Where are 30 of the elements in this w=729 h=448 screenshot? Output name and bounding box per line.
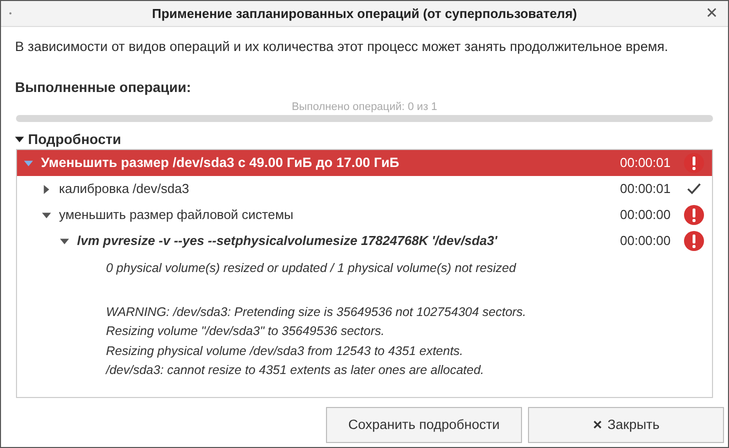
- expander-icon[interactable]: [41, 184, 51, 194]
- output-line: /dev/sda3: cannot resize to 4351 extents as later ones are allocated.: [106, 362, 484, 379]
- output-line: WARNING: /dev/sda3: Pretending size is 35649536 not 102754304 sectors.: [106, 304, 526, 321]
- output-line: Resizing physical volume /dev/sda3 from 12543 to 4351 extents.: [106, 342, 464, 360]
- close-icon: ✕: [592, 416, 602, 434]
- expander-icon: [15, 134, 24, 144]
- operation-text: lvm pvresize -v --yes --setphysicalvolumesize 17824768K '/dev/sda3': [77, 232, 498, 250]
- tree-row[interactable]: калибровка /dev/sda3 00:00:01: [17, 176, 712, 202]
- intro-text: В зависимости от видов операций и их количества этот процесс может занять продолжительное время.: [15, 38, 670, 56]
- expander-icon[interactable]: [41, 210, 51, 220]
- close-dialog-button[interactable]: ✕ Закрыть: [528, 407, 724, 443]
- elapsed-time: 00:00:01: [620, 180, 672, 198]
- save-details-button[interactable]: Сохранить подробности: [326, 407, 522, 443]
- tree-row[interactable]: Уменьшить размер /dev/sda3 с 49.00 ГиБ до 17.00 ГиБ 00:00:01: [17, 150, 712, 176]
- section-heading: Выполненные операции:: [15, 78, 192, 96]
- tree-row[interactable]: уменьшить размер файловой системы 00:00:00: [17, 202, 712, 228]
- details-expander[interactable]: Подробности: [15, 130, 122, 148]
- elapsed-time: 00:00:00: [620, 206, 672, 224]
- output-line: Resizing volume "/dev/sda3" to 35649536 sectors.: [106, 323, 384, 340]
- close-button[interactable]: ✕: [704, 6, 720, 21]
- output-line: 0 physical volume(s) resized or updated / 1 physical volume(s) not resized: [106, 260, 516, 277]
- elapsed-time: 00:00:01: [620, 154, 672, 172]
- operation-text: уменьшить размер файловой системы: [59, 206, 294, 224]
- tree-row[interactable]: lvm pvresize -v --yes --setphysicalvolumesize 17824768K '/dev/sda3' 00:00:00: [17, 228, 712, 254]
- operation-text: Уменьшить размер /dev/sda3 с 49.00 ГиБ до 17.00 ГиБ: [41, 154, 400, 172]
- elapsed-time: 00:00:00: [620, 232, 672, 250]
- operation-text: калибровка /dev/sda3: [59, 180, 190, 198]
- progress-label: Выполнено операций: 0 из 1: [292, 100, 438, 114]
- expander-icon[interactable]: [59, 236, 69, 246]
- window-title: Применение запланированных операций (от суперпользователя): [151, 4, 578, 23]
